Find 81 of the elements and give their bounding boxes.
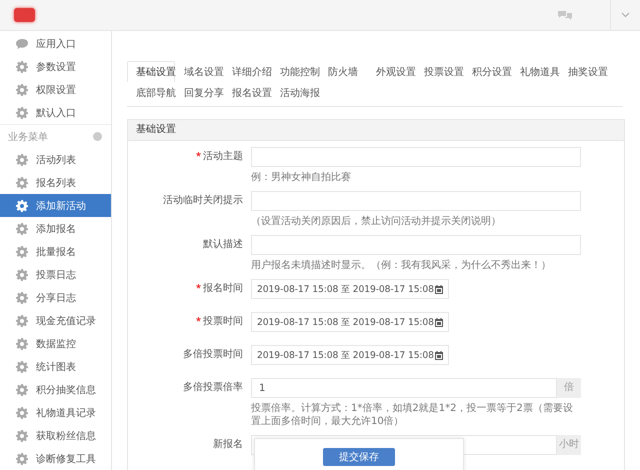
date-range-field[interactable]: 2019-08-17 15:08 至 2019-08-17 15:08: [251, 345, 449, 365]
gear-icon: [16, 406, 28, 418]
sidebar-item[interactable]: 参数设置: [0, 55, 111, 78]
sidebar-item[interactable]: 添加报名: [0, 217, 111, 240]
field-label: 报名时间: [203, 282, 243, 296]
settings-tab[interactable]: 活动海报: [271, 82, 319, 103]
calendar-icon: [434, 350, 443, 360]
field-label: 多倍投票倍率: [183, 380, 243, 395]
gear-icon: [16, 338, 28, 350]
settings-tab[interactable]: 功能控制: [271, 61, 319, 82]
gear-icon: [16, 106, 28, 118]
settings-tab[interactable]: 积分设置: [463, 61, 511, 82]
gear-icon: [16, 84, 28, 96]
gear-icon: [16, 452, 28, 464]
gear-icon: [16, 384, 28, 396]
field-hint: 例：男神女神自拍比赛: [251, 171, 352, 184]
settings-tab[interactable]: 投票设置: [415, 61, 463, 82]
gear-icon: [16, 60, 28, 72]
gear-icon: [16, 268, 28, 280]
gear-icon: [16, 360, 28, 372]
settings-tab[interactable]: 域名设置: [175, 61, 223, 82]
sidebar-item[interactable]: 数据监控: [0, 332, 111, 355]
collapse-dot-icon[interactable]: [93, 132, 102, 141]
text-input[interactable]: [251, 235, 581, 255]
chat-bubble-icon: [16, 38, 28, 50]
panel-title: 基础设置: [128, 120, 624, 141]
sidebar-item[interactable]: 礼物道具记录: [0, 401, 111, 424]
field-label: 活动主题: [203, 150, 243, 164]
sidebar-item[interactable]: 活动列表: [0, 148, 111, 171]
sidebar-item[interactable]: 权限设置: [0, 78, 111, 101]
gear-icon: [16, 176, 28, 188]
calendar-icon: [434, 318, 443, 326]
submit-save-button[interactable]: 提交保存: [323, 448, 395, 466]
gear-icon: [16, 314, 28, 326]
gear-icon: [16, 292, 28, 304]
settings-tab[interactable]: 防火墙: [319, 61, 367, 82]
settings-tab[interactable]: 回复分享: [175, 82, 223, 103]
sidebar-item[interactable]: 投票日志: [0, 263, 111, 286]
sidebar-section-title: 业务菜单: [8, 130, 48, 144]
text-input[interactable]: [251, 147, 581, 167]
sidebar-item[interactable]: 批量报名: [0, 240, 111, 263]
number-input[interactable]: 1: [251, 378, 557, 398]
gear-icon: [16, 200, 28, 212]
field-label: 默认描述: [203, 238, 243, 252]
sidebar-item[interactable]: 默认入口: [0, 101, 111, 124]
date-range-field[interactable]: 2019-08-17 15:08 至 2019-08-17 15:08: [251, 279, 449, 299]
sidebar-item[interactable]: 添加新活动: [0, 194, 111, 217]
unit-addon: 倍: [557, 378, 581, 398]
gear-icon: [16, 430, 28, 442]
sidebar-item[interactable]: 报名列表: [0, 171, 111, 194]
logo-icon: [14, 8, 35, 22]
chevron-down-icon[interactable]: [621, 12, 630, 18]
sidebar-item[interactable]: 现金充值记录: [0, 309, 111, 332]
field-label: 多倍投票时间: [183, 348, 243, 362]
field-label: 投票时间: [203, 314, 243, 329]
unit-addon: 小时: [557, 435, 581, 455]
calendar-icon: [434, 284, 443, 294]
sidebar-item[interactable]: 分享日志: [0, 286, 111, 309]
field-label: 新报名: [213, 438, 243, 452]
sidebar-item[interactable]: 诊断修复工具: [0, 447, 111, 470]
sidebar-item[interactable]: 获取粉丝信息: [0, 424, 111, 447]
date-range-field[interactable]: 2019-08-17 15:08 至 2019-08-17 15:08: [251, 312, 449, 332]
settings-tab[interactable]: 基础设置: [127, 61, 175, 82]
gear-icon: [16, 246, 28, 258]
gear-icon: [16, 154, 28, 166]
field-hint: 用户报名未填描述时显示。（例：我有我风采，为什么不秀出来！）: [251, 259, 552, 272]
sidebar-item[interactable]: 应用入口: [0, 32, 111, 55]
settings-tab[interactable]: 抽奖设置: [559, 61, 607, 82]
sidebar-item[interactable]: 统计图表: [0, 355, 111, 378]
settings-tab[interactable]: 报名设置: [223, 82, 271, 103]
field-hint: （设置活动关闭原因后，禁止访问活动并提示关闭说明）: [251, 215, 502, 228]
settings-tab[interactable]: 礼物道具: [511, 61, 559, 82]
settings-tab[interactable]: 详细介绍: [223, 61, 271, 82]
field-hint: 投票倍率。计算方式：1*倍率，如填2就是1*2，投一票等于2票（需要设置上面多倍时间，最大允许10倍）: [251, 402, 574, 428]
settings-tab[interactable]: 底部导航: [127, 82, 175, 103]
field-label: 活动临时关闭提示: [163, 194, 243, 208]
gear-icon: [16, 222, 28, 234]
sidebar-item[interactable]: 积分抽奖信息: [0, 378, 111, 401]
settings-tab[interactable]: 外观设置: [367, 61, 415, 82]
text-input[interactable]: [251, 191, 581, 211]
chat-icon[interactable]: [558, 10, 572, 20]
